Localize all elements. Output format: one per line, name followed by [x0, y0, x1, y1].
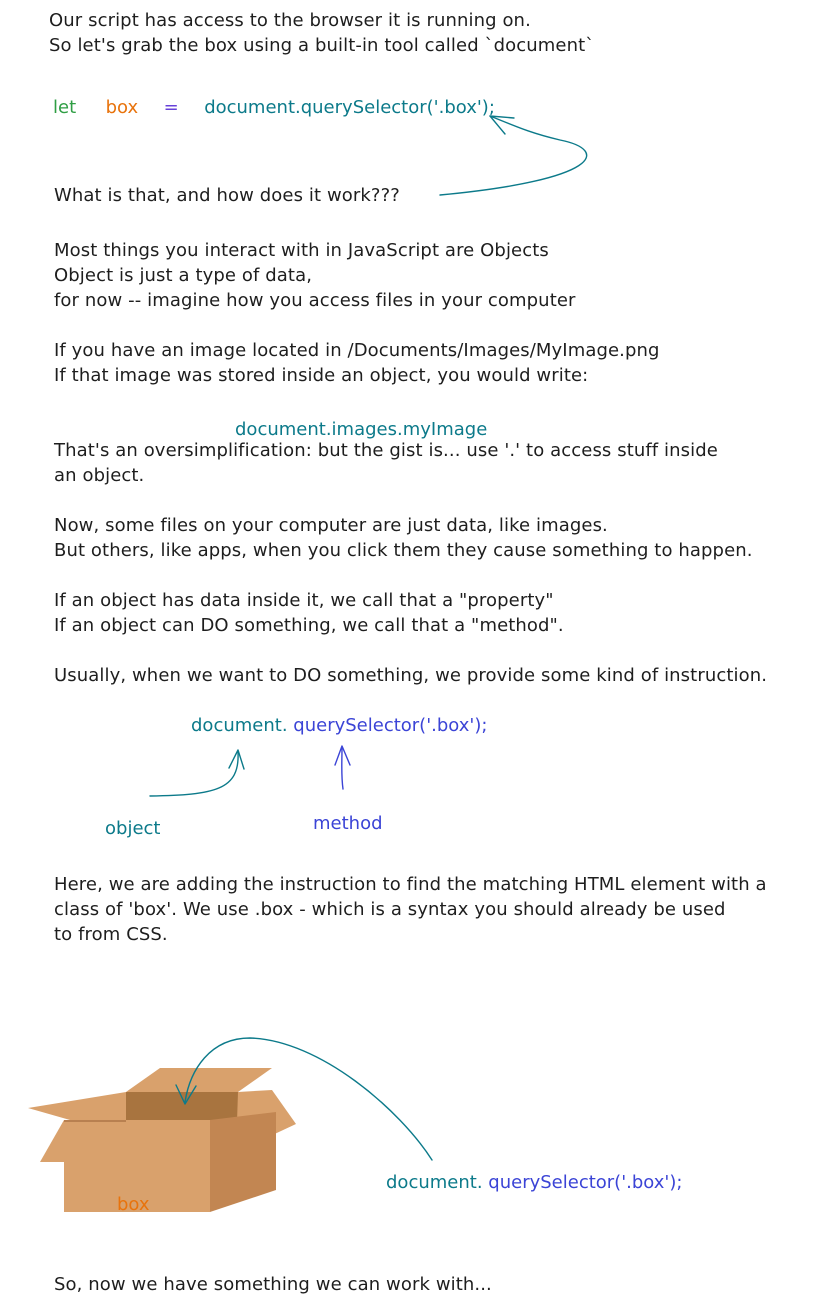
method-label: method	[313, 813, 383, 834]
gist-line-1: That's an oversimplification: but the gi…	[54, 440, 718, 461]
property-line-2: If an object can DO something, we call t…	[54, 615, 564, 636]
box-label: box	[117, 1194, 150, 1215]
files-line-1: Now, some files on your computer are jus…	[54, 515, 608, 536]
objects-line-1: Most things you interact with in JavaScr…	[54, 240, 549, 261]
cardboard-box-illustration	[28, 1068, 296, 1212]
gist-line-2: an object.	[54, 465, 145, 486]
code-let-statement: let box = document.querySelector('.box')…	[53, 96, 495, 120]
diagram-code: document. querySelector('.box');	[191, 714, 487, 738]
html-line-3: to from CSS.	[54, 924, 168, 945]
objects-line-2: Object is just a type of data,	[54, 265, 313, 286]
code-equals: =	[163, 97, 179, 118]
object-arrow	[149, 751, 239, 797]
image-line-1: If you have an image located in /Documen…	[54, 340, 660, 361]
object-label: object	[105, 818, 161, 839]
code-keyword: let	[53, 97, 77, 118]
closing-line: So, now we have something we can work wi…	[54, 1274, 492, 1295]
objects-line-3: for now -- imagine how you access files …	[54, 290, 576, 311]
instruction-line: Usually, when we want to DO something, w…	[54, 665, 768, 686]
bottom-code: document. querySelector('.box');	[386, 1171, 682, 1195]
html-line-1: Here, we are adding the instruction to f…	[54, 874, 767, 895]
bottom-code-method: querySelector('.box');	[488, 1172, 683, 1193]
intro-line-2: So let's grab the box using a built-in t…	[49, 35, 595, 56]
whiteboard-canvas: Our script has access to the browser it …	[0, 0, 838, 1306]
files-line-2: But others, like apps, when you click th…	[54, 540, 753, 561]
question-arrow	[439, 115, 588, 196]
question-text: What is that, and how does it work???	[54, 185, 400, 206]
method-arrow	[341, 747, 344, 790]
code-variable: box	[105, 97, 139, 118]
bottom-code-object: document.	[386, 1172, 483, 1193]
property-line-1: If an object has data inside it, we call…	[54, 590, 554, 611]
diagram-code-method: querySelector('.box');	[293, 715, 488, 736]
intro-line-1: Our script has access to the browser it …	[49, 10, 531, 31]
code-expression: document.querySelector('.box');	[204, 97, 495, 118]
diagram-code-object: document.	[191, 715, 288, 736]
html-line-2: class of 'box'. We use .box - which is a…	[54, 899, 726, 920]
image-line-2: If that image was stored inside an objec…	[54, 365, 589, 386]
